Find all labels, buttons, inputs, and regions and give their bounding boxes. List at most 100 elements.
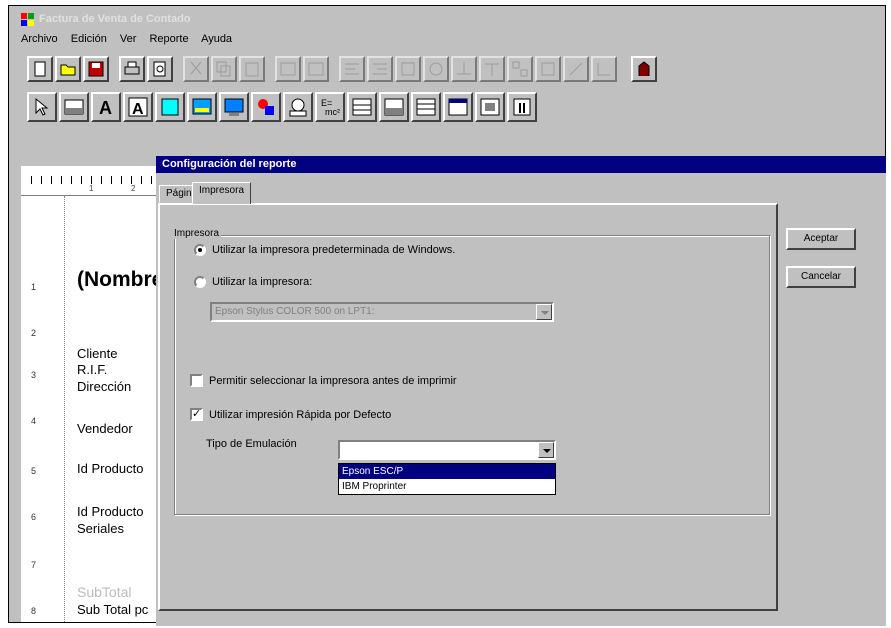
format-button-8[interactable] [535,56,561,82]
report-designer-area[interactable]: 1 2 1 2 3 4 5 6 7 8 (Nombre Cliente R.I.… [21,166,171,622]
chevron-down-icon[interactable] [538,442,554,458]
format-button-2[interactable] [367,56,393,82]
format-icon [485,63,499,76]
print-preview-button[interactable] [147,56,173,82]
page-setup-button[interactable] [443,92,473,122]
format-button-3[interactable] [395,56,421,82]
report-field-vendedor[interactable]: Vendedor [77,421,133,436]
standard-toolbar [27,56,885,84]
formula-icon: E=mc² [321,98,340,117]
radio-default-printer[interactable]: Utilizar la impresora predeterminada de … [194,244,455,256]
menu-archivo[interactable]: Archivo [21,33,58,45]
format-button-10[interactable] [591,56,617,82]
open-file-button[interactable] [55,56,81,82]
emulation-label: Tipo de Emulación [206,438,297,450]
pointer-tool-button[interactable] [27,92,57,122]
report-field-id-producto[interactable]: Id Producto [77,461,144,476]
radio-button[interactable] [194,244,206,256]
boxed-label-tool-button[interactable]: A [123,92,153,122]
band-detail-button[interactable] [379,92,409,122]
image-tool-button[interactable] [187,92,217,122]
cancel-button[interactable]: Cancelar [786,266,856,288]
report-field-cliente[interactable]: Cliente [77,346,117,361]
align-button-2[interactable] [303,56,329,82]
row-number: 3 [31,370,37,380]
cut-button[interactable] [183,56,209,82]
printer-setup-button[interactable] [475,92,505,122]
format-button-5[interactable] [451,56,477,82]
text-a-icon: A [99,98,112,118]
graphic-tool-button[interactable] [219,92,249,122]
radio-specific-printer[interactable]: Utilizar la impresora: [194,276,312,288]
check-fast-label: Utilizar impresión Rápida por Defecto [209,408,392,421]
emulation-option[interactable]: IBM Proprinter [339,479,555,494]
formula-tool-button[interactable]: E= mc² [315,92,345,122]
format-button-1[interactable] [339,56,365,82]
date-tool-button[interactable] [283,92,313,122]
band-icon [416,98,436,116]
emulation-option[interactable]: Epson ESC/P [339,464,555,479]
format-icon [541,62,555,76]
menu-ver[interactable]: Ver [120,33,137,45]
help-button[interactable] [631,56,657,82]
check-fast-print[interactable]: ✓ Utilizar impresión Rápida por Defecto [190,408,391,421]
columns-button[interactable] [507,92,537,122]
band-header-button[interactable] [347,92,377,122]
check-select-label: Permitir seleccionar la impresora antes … [209,374,457,387]
emulation-select[interactable] [338,440,556,460]
shape-tool-button[interactable] [251,92,281,122]
shapes-icon [258,99,274,115]
chevron-down-icon[interactable] [536,304,552,320]
band-icon [352,98,372,116]
report-field-seriales[interactable]: Seriales [77,521,124,536]
field-tool-button[interactable] [59,92,89,122]
band-footer-button[interactable] [411,92,441,122]
report-field-direccion[interactable]: Dirección [77,379,131,394]
monitor-icon [224,98,244,116]
format-icon [457,62,471,75]
print-button[interactable] [119,56,145,82]
report-field-id-producto[interactable]: Id Producto [77,504,144,519]
dialog-title: Configuración del reporte [156,156,886,173]
format-button-6[interactable] [479,56,505,82]
check-select-printer[interactable]: Permitir seleccionar la impresora antes … [190,374,457,387]
paste-button[interactable] [239,56,265,82]
memo-tool-button[interactable] [155,92,185,122]
report-title-field[interactable]: (Nombre [77,268,163,292]
align-button-1[interactable] [275,56,301,82]
menu-ayuda[interactable]: Ayuda [201,33,232,45]
band-icon [384,98,404,116]
svg-text:mc²: mc² [325,107,340,117]
row-number: 1 [31,282,37,292]
emulation-dropdown-list: Epson ESC/P IBM Proprinter [338,463,556,495]
format-button-4[interactable] [423,56,449,82]
ruler-number: 2 [131,184,136,193]
radio-button[interactable] [194,276,206,288]
checkbox-checked[interactable]: ✓ [190,408,203,421]
menu-reporte[interactable]: Reporte [149,33,188,45]
label-tool-button[interactable]: A [91,92,121,122]
format-button-9[interactable] [563,56,589,82]
report-config-dialog: Configuración del reporte Página Impreso… [156,156,886,626]
format-icon [345,63,359,75]
printer-select-value: Epson Stylus COLOR 500 on LPT1: [215,306,375,317]
memo-icon [161,98,179,116]
format-button-7[interactable] [507,56,533,82]
format-icon [373,63,387,75]
page-icon [448,98,468,116]
tab-impresora[interactable]: Impresora [192,182,252,204]
image-icon [192,98,212,115]
report-field-sub-total[interactable]: Sub Total pc [77,602,148,617]
format-icon [429,62,443,76]
printer-select[interactable]: Epson Stylus COLOR 500 on LPT1: [210,302,554,322]
app-icon [21,13,34,26]
checkbox[interactable] [190,374,203,387]
accept-button[interactable]: Aceptar [786,228,856,250]
menu-edicion[interactable]: Edición [71,33,107,45]
boxed-text-icon: A [128,97,148,118]
save-button[interactable] [83,56,109,82]
report-field-rif[interactable]: R.I.F. [77,362,107,377]
new-file-button[interactable] [27,56,53,82]
copy-button[interactable] [211,56,237,82]
open-folder-icon [60,64,76,76]
